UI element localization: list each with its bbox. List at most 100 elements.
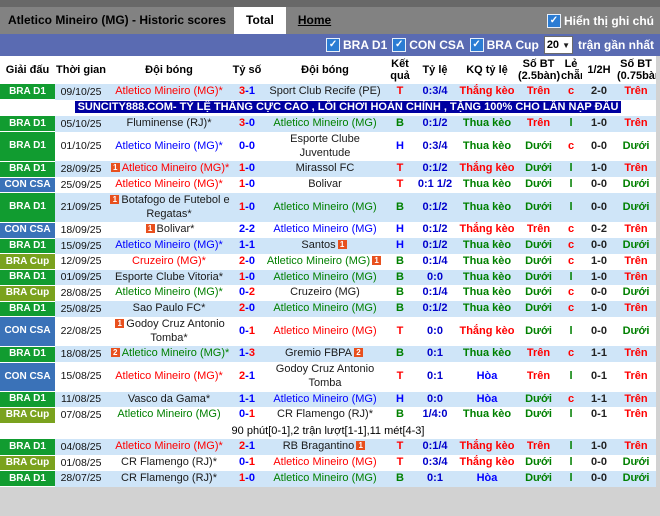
league-checkbox[interactable]: ✓	[469, 38, 484, 52]
result-letter: T	[396, 324, 404, 337]
column-header: Đội bóng	[107, 56, 231, 85]
result-letter: H	[396, 139, 404, 152]
handicap-odds: 0:1/2	[422, 200, 448, 213]
home-team-cell: 1 Atletico Mineiro (MG)*	[107, 161, 231, 177]
away-team[interactable]: Gremio FBPA	[285, 347, 352, 359]
half-time-score: 0-0	[591, 239, 607, 252]
away-team[interactable]: Atletico Mineiro (MG)	[273, 472, 376, 484]
away-score: 1	[248, 370, 255, 383]
tab-total[interactable]: Total	[234, 7, 286, 34]
handicap-odds: 0:0	[427, 392, 443, 405]
league-badge: BRA Cup	[0, 455, 55, 472]
home-team[interactable]: Atletico Mineiro (MG)	[117, 408, 220, 420]
league-badge: BRA D1	[0, 439, 55, 456]
score: 1-0	[231, 177, 263, 193]
half-time-score: 0-1	[591, 370, 607, 383]
away-score: 3	[248, 347, 255, 360]
away-team[interactable]: Atletico Mineiro (MG)	[273, 325, 376, 337]
half-time-score: 1-0	[591, 117, 607, 130]
tab-home[interactable]: Home	[286, 7, 343, 34]
league-checkbox[interactable]: ✓	[392, 38, 407, 52]
home-team[interactable]: Atletico Mineiro (MG)*	[115, 239, 223, 251]
away-team[interactable]: Atletico Mineiro (MG)	[273, 117, 376, 129]
half-time-score: 1-1	[591, 392, 607, 405]
away-team[interactable]: Atletico Mineiro (MG)	[267, 255, 370, 267]
away-team-cell: Atletico Mineiro (MG)	[263, 270, 387, 286]
match-date: 01/08/25	[60, 456, 102, 469]
match-row: BRA Cup 28/08/25 Atletico Mineiro (MG)* 0-2…	[0, 285, 656, 302]
column-header: Lẻ chẵn	[560, 56, 582, 85]
home-team[interactable]: Atletico Mineiro (MG)*	[115, 85, 223, 97]
home-team[interactable]: Atletico Mineiro (MG)*	[115, 286, 223, 298]
league-badge: BRA D1	[0, 161, 55, 178]
home-team-cell: 1 Botafogo de Futebol e Regatas*	[107, 193, 231, 223]
away-team[interactable]: Atletico Mineiro (MG)	[273, 302, 376, 314]
home-team[interactable]: Atletico Mineiro (MG)*	[122, 162, 230, 174]
goals-over-2-5: Trên	[526, 370, 551, 383]
column-header: Kết quả	[387, 56, 413, 85]
home-team[interactable]: Atletico Mineiro (MG)*	[115, 140, 223, 152]
card-icon: 2	[110, 348, 120, 358]
away-team[interactable]: CR Flamengo (RJ)*	[277, 408, 373, 420]
league-filter-0: ✓ BRA D1	[326, 38, 387, 52]
away-team[interactable]: Sport Club Recife (PE)	[269, 85, 380, 97]
home-team[interactable]: Fluminense (RJ)*	[127, 117, 212, 129]
score: 1-0	[231, 471, 263, 487]
home-team[interactable]: Cruzeiro (MG)*	[132, 255, 206, 267]
away-team[interactable]: Santos	[301, 239, 335, 251]
match-count-select[interactable]: 20 ▼	[543, 36, 573, 54]
half-time-score: 2-0	[591, 85, 607, 98]
chevron-down-icon: ▼	[562, 40, 570, 50]
away-team[interactable]: Godoy Cruz Antonio Tomba	[276, 363, 374, 389]
match-count-value: 20	[546, 39, 560, 51]
home-team[interactable]: Botafogo de Futebol e Regatas*	[121, 194, 229, 220]
away-score: 2	[248, 286, 255, 299]
league-checkbox[interactable]: ✓	[326, 38, 341, 52]
home-team[interactable]: CR Flamengo (RJ)*	[121, 456, 217, 468]
result-letter: T	[396, 85, 404, 98]
home-team[interactable]: Atletico Mineiro (MG)*	[122, 347, 230, 359]
home-team[interactable]: Atletico Mineiro (MG)*	[115, 370, 223, 382]
away-score: 1	[248, 324, 255, 337]
away-team[interactable]: Atletico Mineiro (MG)	[273, 201, 376, 213]
league-badge: BRA D1	[0, 116, 55, 133]
ad-link[interactable]: SUNCITY888.COM- TỶ LỆ THẮNG CỰC CAO , LỐ…	[74, 101, 622, 114]
result-letter: T	[396, 162, 404, 175]
away-team[interactable]: Cruzeiro (MG)	[290, 286, 360, 298]
odd-even: l	[569, 456, 573, 469]
home-team[interactable]: Esporte Clube Vitoria*	[115, 271, 223, 283]
card-icon: 2	[354, 348, 364, 358]
match-date: 04/08/25	[60, 440, 102, 453]
home-team[interactable]: Atletico Mineiro (MG)*	[115, 440, 223, 452]
away-team[interactable]: Mirassol FC	[296, 162, 355, 174]
handicap-odds: 0:1/2	[422, 239, 448, 252]
match-date: 28/07/25	[60, 472, 102, 485]
home-team[interactable]: Vasco da Gama*	[128, 393, 210, 405]
show-notes-checkbox[interactable]: ✓	[547, 13, 561, 28]
away-team[interactable]: Esporte Clube Juventude	[290, 133, 360, 159]
away-score: 0	[248, 178, 255, 191]
odd-even: l	[569, 370, 573, 383]
score: 2-2	[231, 222, 263, 238]
home-team[interactable]: Atletico Mineiro (MG)*	[115, 178, 223, 190]
away-team[interactable]: RB Bragantino	[283, 440, 355, 452]
match-row: BRA D1 11/08/25 Vasco da Gama* 1-1 Atletico …	[0, 391, 656, 408]
away-team[interactable]: Atletico Mineiro (MG)	[273, 393, 376, 405]
home-team[interactable]: Bolivar*	[157, 223, 195, 235]
half-time-score: 1-0	[591, 302, 607, 315]
goals-over-0-75: Trên	[624, 347, 648, 360]
league-badge: CON CSA	[0, 222, 55, 239]
away-team[interactable]: Atletico Mineiro (MG)	[273, 456, 376, 468]
home-team-cell: Cruzeiro (MG)*	[107, 254, 231, 270]
goals-over-0-75: Trên	[624, 254, 648, 267]
away-team[interactable]: Atletico Mineiro (MG)	[273, 223, 376, 235]
ad-cell: SUNCITY888.COM- TỶ LỆ THẮNG CỰC CAO , LỐ…	[0, 99, 656, 117]
odd-even: c	[567, 139, 575, 152]
home-team[interactable]: Godoy Cruz Antonio Tomba*	[126, 318, 224, 344]
away-team[interactable]: Atletico Mineiro (MG)	[273, 271, 376, 283]
home-team[interactable]: Sao Paulo FC*	[133, 302, 206, 314]
home-team[interactable]: CR Flamengo (RJ)*	[121, 472, 217, 484]
league-badge: BRA D1	[0, 301, 55, 318]
away-team-cell: Atletico Mineiro (MG)	[263, 116, 387, 132]
away-team[interactable]: Bolivar	[308, 178, 342, 190]
